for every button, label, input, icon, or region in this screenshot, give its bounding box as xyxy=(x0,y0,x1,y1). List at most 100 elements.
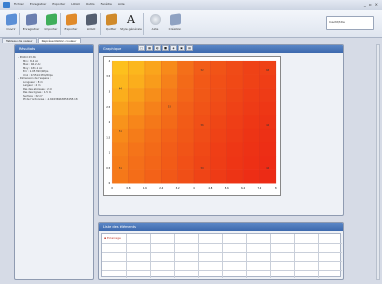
heatmap-cell xyxy=(128,60,146,75)
heatmap-cell xyxy=(210,88,227,102)
graph-tool-button-4[interactable]: ◈ xyxy=(170,44,177,51)
heatmap-cell xyxy=(112,115,129,130)
measure-marker[interactable]: 51 xyxy=(119,167,123,170)
menu-item-4[interactable]: Outils xyxy=(86,2,95,6)
heatmap-cell xyxy=(177,128,195,143)
measure-marker[interactable]: 51 xyxy=(119,130,123,133)
heatmap-cell xyxy=(243,115,260,130)
heatmap-cell xyxy=(177,169,195,184)
maximize-button[interactable]: ▫ xyxy=(369,2,372,7)
création-button[interactable]: Création xyxy=(168,12,182,36)
heatmap-cell xyxy=(193,88,211,102)
heatmap-cell xyxy=(210,101,227,116)
results-panel: Résultats - Pilotid 23 db Min : 8.4 Ac Max… xyxy=(14,44,94,280)
exit-icon xyxy=(105,13,117,26)
measure-marker[interactable]: 53 xyxy=(168,106,172,109)
heatmap-cell xyxy=(210,156,227,170)
x-tick-label: 5.6 xyxy=(225,186,229,190)
measure-marker[interactable]: 52 xyxy=(201,69,205,72)
heatmap-cell xyxy=(128,142,146,157)
ribbon-label: Aide xyxy=(151,27,159,31)
tab-0[interactable]: Tableau de valeur xyxy=(2,38,37,43)
graph-tool-button-0[interactable]: □ xyxy=(138,44,145,51)
menu-item-2[interactable]: Exporter xyxy=(52,2,65,6)
close-button[interactable]: × xyxy=(375,2,378,7)
heatmap-cell xyxy=(128,88,146,102)
heatmap-cell xyxy=(210,60,227,75)
logo-button[interactable]: LOGO xyxy=(84,12,98,36)
graph-tool-button-5[interactable]: ▣ xyxy=(178,44,185,51)
measure-marker[interactable]: 56 xyxy=(201,124,205,127)
quitter-button[interactable]: Quitter xyxy=(104,12,118,36)
x-tick-label: 4.8 xyxy=(208,186,212,190)
app-icon[interactable] xyxy=(3,2,10,8)
menu-item-0[interactable]: Fichier xyxy=(14,2,24,6)
heatmap-cell xyxy=(112,60,129,75)
enregistrer-button[interactable]: Enregistrer xyxy=(22,12,40,36)
measure-marker[interactable]: 59 xyxy=(201,167,205,170)
tree-item[interactable]: Pt de l'ordonnée : -1.6023696385345E-18 xyxy=(17,98,91,102)
ribbon-label: Quitter xyxy=(105,27,117,31)
graph-tool-button-3[interactable]: ■ xyxy=(162,44,169,51)
elements-list-panel: Liste des éléments ▪ Eclairage xyxy=(98,222,344,280)
minimize-button[interactable]: _ xyxy=(364,2,366,7)
grid-column-divider xyxy=(270,234,271,278)
style-générale-button[interactable]: A Style générale xyxy=(120,12,142,36)
grid-column-divider xyxy=(222,234,223,278)
list-item[interactable]: ▪ Eclairage xyxy=(104,236,121,240)
heatmap-cell xyxy=(259,128,277,143)
heatmap-cell xyxy=(243,74,260,89)
ribbon-separator xyxy=(100,13,101,35)
heatmap-cell xyxy=(210,115,227,130)
results-tree: - Pilotid 23 db Min : 8.4 Ac Max : 46.2 Ac… xyxy=(15,53,93,105)
heatmap-cell xyxy=(112,74,129,89)
status-box: Inactif/Idle xyxy=(326,16,374,30)
measure-marker[interactable]: 44 xyxy=(119,87,123,90)
menu-item-1[interactable]: Enregistrer xyxy=(30,2,47,6)
exporter-button[interactable]: Exporter xyxy=(64,12,78,36)
heatmap-cell xyxy=(226,88,244,102)
measure-marker[interactable]: 68 xyxy=(266,69,270,72)
aide-button[interactable]: Aide xyxy=(148,12,162,36)
ribbon-label: LOGO xyxy=(86,27,96,31)
y-tick-label: 2.5 xyxy=(106,105,110,109)
graph-tool-button-6[interactable]: ▤ xyxy=(186,44,193,51)
ribbon-label: Importer xyxy=(44,27,58,31)
heatmap-cell xyxy=(161,142,178,157)
device-icon xyxy=(85,13,97,26)
heatmap-cell xyxy=(226,156,244,170)
heatmap-cell xyxy=(226,128,244,143)
measure-marker[interactable]: 44 xyxy=(266,124,270,127)
heatmap-cell xyxy=(226,101,244,116)
ribbon-separator xyxy=(19,13,20,35)
heatmap-cell xyxy=(226,115,244,130)
menu-item-3[interactable]: LOGO xyxy=(71,2,80,6)
heatmap-cell xyxy=(161,169,178,184)
importer-button[interactable]: Importer xyxy=(44,12,58,36)
measure-marker[interactable]: 44 xyxy=(266,167,270,170)
grid-column-divider xyxy=(198,234,199,278)
heatmap-cell xyxy=(193,142,211,157)
menu-item-5[interactable]: Fenêtre xyxy=(101,2,112,6)
right-scrollbar[interactable] xyxy=(376,44,380,280)
heatmap-cell xyxy=(243,156,260,170)
graph-toolbar: □ ▦ ◐ ■ ◈ ▣ ▤ xyxy=(138,44,193,51)
ouvrir-button[interactable]: Ouvrir xyxy=(4,12,18,36)
heatmap-cell xyxy=(144,169,162,184)
heatmap-cell xyxy=(259,115,277,130)
x-tick-label: 4 xyxy=(193,186,195,190)
save-icon xyxy=(25,13,37,26)
tab-1[interactable]: Représentation couleur xyxy=(37,38,81,43)
heatmap-cell xyxy=(210,74,227,89)
heatmap-cell xyxy=(144,156,162,170)
grid-column-divider xyxy=(174,234,175,278)
heatmap-cell xyxy=(161,60,178,75)
y-tick-label: 4 xyxy=(109,59,111,63)
graph-tool-button-1[interactable]: ▦ xyxy=(146,44,153,51)
menu-bar: Fichier Enregistrer Exporter LOGO Outils Fenê… xyxy=(14,2,125,6)
ribbon-label: Enregistrer xyxy=(22,27,40,31)
graph-tool-button-2[interactable]: ◐ xyxy=(154,44,161,51)
menu-item-6[interactable]: Aide xyxy=(118,2,125,6)
grid-row-divider xyxy=(102,270,342,271)
y-tick-label: 1 xyxy=(109,151,111,155)
